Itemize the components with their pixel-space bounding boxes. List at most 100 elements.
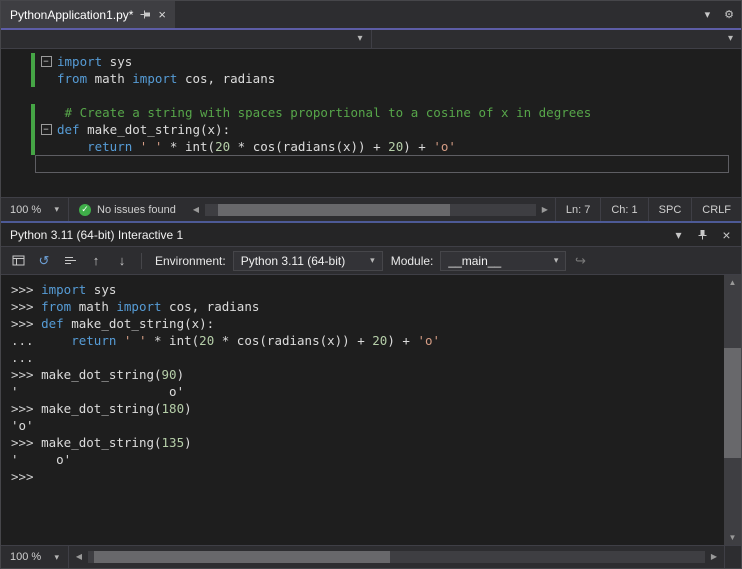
repl-line[interactable]: ' o' [11,451,724,468]
line-ending-indicator[interactable]: CRLF [691,198,741,221]
zoom-control[interactable]: 100 % ▾ [1,546,69,568]
member-scope-dropdown[interactable]: ▾ [372,30,742,48]
code-text: >>> import sys [11,282,117,297]
visual-studio-window: PythonApplication1.py* × ▾ ⚙ ▾ ▾ − import… [0,0,742,569]
zoom-level: 100 % [10,203,42,216]
interactive-toolbar: ↺ ↑ ↓ Environment: Python 3.11 (64-bit) … [1,247,741,275]
scrollbar-track[interactable] [724,290,741,530]
editor-line[interactable]: # Create a string with spaces proportion… [1,104,741,121]
chevron-down-icon: ▾ [727,33,733,44]
interactive-repl-area: >>> import sys >>> from math import cos, … [1,275,741,545]
collapse-toggle-icon[interactable]: − [40,124,52,135]
code-text: ... return ' ' * int(20 * cos(radians(x)… [11,333,441,348]
outlining-margin [35,155,57,172]
scroll-up-icon[interactable]: ▲ [724,275,741,290]
code-text: from math import cos, radians [57,71,276,86]
repl-line[interactable]: >>> make_dot_string(135) [11,434,724,451]
reset-repl-icon[interactable]: ↺ [32,250,56,272]
repl-line[interactable]: >>> [11,468,724,485]
code-text: 'o' [11,418,34,433]
breakpoint-margin[interactable] [1,104,31,121]
environment-window-icon[interactable] [6,250,30,272]
editor-line[interactable]: − import sys [1,53,741,70]
document-tab-strip: PythonApplication1.py* × ▾ ⚙ [1,1,741,28]
tab-strip-spacer [175,1,698,28]
send-to-repl-icon[interactable]: ↪ [568,250,592,272]
repl-line[interactable]: >>> import sys [11,281,724,298]
editor-line[interactable] [1,87,741,104]
history-next-icon[interactable]: ↓ [110,250,134,272]
project-scope-dropdown[interactable]: ▾ [1,30,372,48]
module-label: Module: [390,253,434,268]
repl-line[interactable]: ... [11,349,724,366]
scrollbar-track[interactable] [204,203,536,216]
code-text: >>> [11,469,34,484]
code-text: >>> from math import cos, radians [11,299,260,314]
line-indicator: Ln: 7 [554,198,600,221]
scroll-down-icon[interactable]: ▼ [724,530,741,545]
environment-value: Python 3.11 (64-bit) [240,253,346,268]
code-editor[interactable]: − import sys from math import cos, radians… [1,49,741,197]
repl-line[interactable]: >>> make_dot_string(90) [11,366,724,383]
code-text: import sys [57,54,133,69]
repl-line[interactable]: >>> def make_dot_string(x): [11,315,724,332]
pin-icon[interactable] [140,9,151,20]
navigation-bar: ▾ ▾ [1,30,741,49]
scroll-right-icon[interactable]: ▶ [538,205,552,214]
gear-icon[interactable]: ⚙ [717,1,741,28]
scroll-left-icon[interactable]: ◀ [72,553,86,561]
breakpoint-margin[interactable] [1,70,31,87]
environment-label: Environment: [155,253,226,268]
scrollbar-track[interactable] [88,551,705,563]
interactive-window-title: Python 3.11 (64-bit) Interactive 1 [10,227,184,242]
collapse-toggle-icon[interactable]: − [40,56,52,67]
environment-dropdown[interactable]: Python 3.11 (64-bit) ▾ [232,250,383,271]
outlining-margin [35,138,57,155]
outlining-margin [35,70,57,87]
issues-indicator[interactable]: ✓ No issues found [69,198,186,221]
repl-horizontal-scrollbar[interactable]: ◀ ▶ [69,546,724,568]
repl-line[interactable]: >>> from math import cos, radians [11,298,724,315]
close-tab-icon[interactable]: × [158,7,166,22]
repl-line[interactable]: ... return ' ' * int(20 * cos(radians(x)… [11,332,724,349]
code-text: >>> def make_dot_string(x): [11,316,215,331]
editor-status-bar: 100 % ▾ ✓ No issues found ◀ ▶ Ln: 7 Ch: … [1,197,741,221]
editor-line[interactable]: return ' ' * int(20 * cos(radians(x)) + … [1,138,741,155]
repl-code: >>> import sys >>> from math import cos, … [11,281,724,485]
editor-line[interactable]: from math import cos, radians [1,70,741,87]
chevron-down-icon: ▾ [357,33,363,44]
window-position-icon[interactable]: ▾ [669,226,688,244]
issues-text: No issues found [97,203,176,216]
interactive-window-title-bar[interactable]: Python 3.11 (64-bit) Interactive 1 ▾ × [1,223,741,247]
code-text: >>> make_dot_string(180) [11,401,192,416]
repl-line[interactable]: 'o' [11,417,724,434]
breakpoint-margin[interactable] [1,155,31,172]
module-dropdown[interactable]: __main__ ▾ [440,250,567,271]
document-tab[interactable]: PythonApplication1.py* × [1,1,176,28]
interactive-repl[interactable]: >>> import sys >>> from math import cos, … [1,275,724,545]
breakpoint-margin[interactable] [1,53,31,70]
editor-line[interactable]: − def make_dot_string(x): [1,121,741,138]
document-list-chevron-icon[interactable]: ▾ [698,1,718,28]
code-text: >>> make_dot_string(90) [11,367,185,382]
breakpoint-margin[interactable] [1,121,31,138]
close-icon[interactable]: × [717,226,736,244]
scrollbar-thumb[interactable] [218,203,450,216]
scroll-right-icon[interactable]: ▶ [707,553,721,561]
outlining-margin: − [35,121,57,138]
repl-vertical-scrollbar[interactable]: ▲ ▼ [724,275,741,545]
pin-icon[interactable] [693,226,712,244]
scrollbar-thumb[interactable] [724,347,741,458]
breakpoint-margin[interactable] [1,138,31,155]
breakpoint-margin[interactable] [1,87,31,104]
zoom-control[interactable]: 100 % ▾ [1,198,69,221]
repl-line[interactable]: >>> make_dot_string(180) [11,400,724,417]
editor-line[interactable] [1,155,741,173]
scroll-left-icon[interactable]: ◀ [189,205,203,214]
repl-line[interactable]: ' o' [11,383,724,400]
history-previous-icon[interactable]: ↑ [84,250,108,272]
scrollbar-thumb[interactable] [94,551,391,563]
editor-horizontal-scrollbar[interactable]: ◀ ▶ [186,198,555,221]
clear-screen-icon[interactable] [58,250,82,272]
space-mode-indicator[interactable]: SPC [647,198,692,221]
